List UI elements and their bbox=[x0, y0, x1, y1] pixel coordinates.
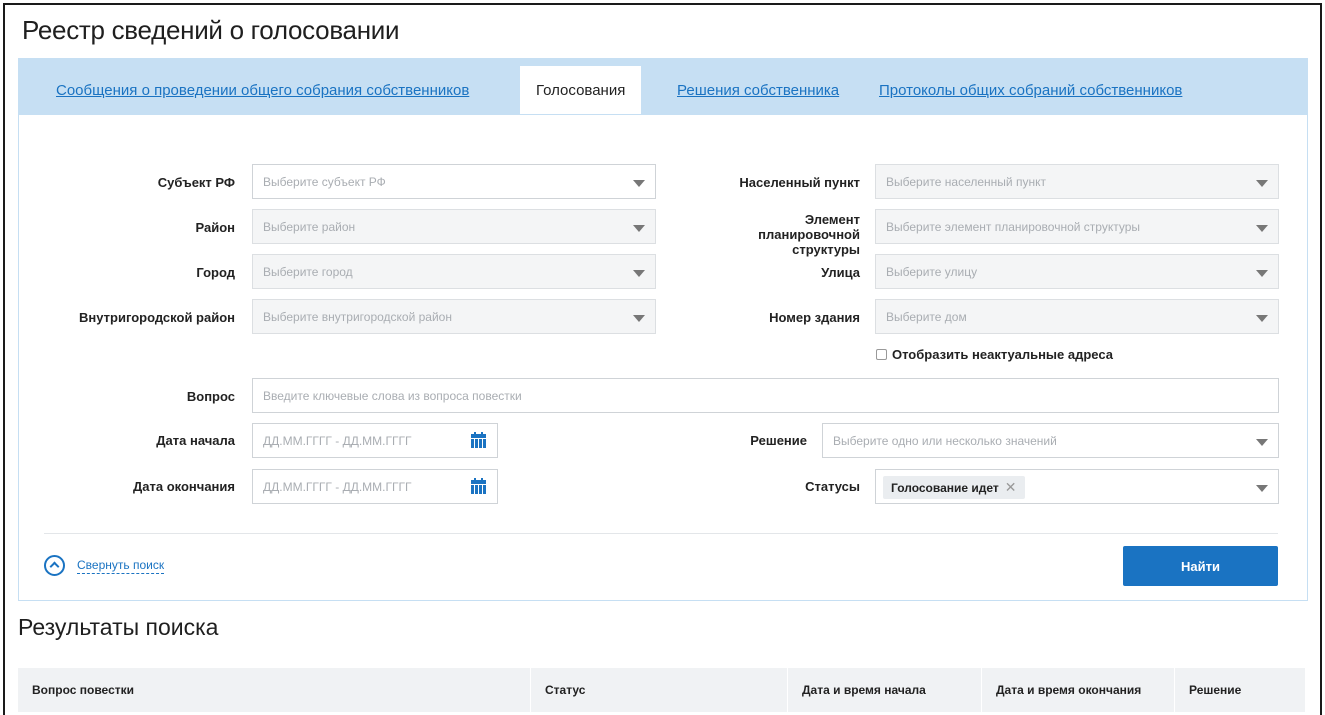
intracity-placeholder: Выберите внутригородской район bbox=[263, 310, 452, 324]
results-title: Результаты поиска bbox=[18, 614, 219, 640]
checkbox-box[interactable] bbox=[876, 349, 887, 360]
statuses-select[interactable]: Голосование идет ✕ bbox=[875, 469, 1279, 504]
intracity-select[interactable]: Выберите внутригородской район bbox=[252, 299, 656, 334]
decision-select[interactable]: Выберите одно или несколько значений bbox=[822, 423, 1279, 458]
chevron-down-icon bbox=[1256, 270, 1268, 277]
subject-placeholder: Выберите субъект РФ bbox=[263, 175, 386, 189]
find-button[interactable]: Найти bbox=[1123, 546, 1278, 586]
start-date-label: Дата начала bbox=[156, 433, 235, 448]
building-label: Номер здания bbox=[769, 310, 860, 325]
planning-placeholder: Выберите элемент планировочной структуры bbox=[886, 220, 1141, 234]
status-tag-label: Голосование идет bbox=[891, 480, 999, 495]
end-date-placeholder: ДД.ММ.ГГГГ - ДД.ММ.ГГГГ bbox=[263, 480, 412, 494]
column-header-question[interactable]: Вопрос повестки bbox=[18, 668, 531, 712]
street-placeholder: Выберите улицу bbox=[886, 265, 978, 279]
locality-select[interactable]: Выберите населенный пункт bbox=[875, 164, 1279, 199]
tab-votings[interactable]: Голосования bbox=[520, 66, 642, 114]
chevron-down-icon bbox=[633, 315, 645, 322]
divider bbox=[44, 533, 1278, 534]
planning-label: Элемент планировочной структуры bbox=[758, 212, 860, 257]
statuses-label: Статусы bbox=[805, 479, 860, 494]
tab-owner-decisions[interactable]: Решения собственника bbox=[677, 82, 839, 99]
collapse-search-link[interactable]: Свернуть поиск bbox=[77, 558, 165, 574]
decision-placeholder: Выберите одно или несколько значений bbox=[833, 434, 1057, 448]
district-label: Район bbox=[195, 220, 235, 235]
tab-protocols[interactable]: Протоколы общих собраний собственников bbox=[879, 82, 1182, 99]
street-select[interactable]: Выберите улицу bbox=[875, 254, 1279, 289]
district-placeholder: Выберите район bbox=[263, 220, 356, 234]
district-select[interactable]: Выберите район bbox=[252, 209, 656, 244]
start-date-range-input[interactable]: ДД.ММ.ГГГГ - ДД.ММ.ГГГГ bbox=[252, 423, 498, 458]
page-title: Реестр сведений о голосовании bbox=[22, 15, 400, 45]
tab-meeting-messages[interactable]: Сообщения о проведении общего собрания с… bbox=[56, 82, 469, 99]
chevron-down-icon bbox=[633, 225, 645, 232]
close-icon[interactable]: ✕ bbox=[1005, 479, 1017, 496]
question-label: Вопрос bbox=[186, 389, 235, 404]
chevron-down-icon bbox=[1256, 180, 1268, 187]
building-select[interactable]: Выберите дом bbox=[875, 299, 1279, 334]
locality-placeholder: Выберите населенный пункт bbox=[886, 175, 1046, 189]
calendar-icon[interactable] bbox=[471, 432, 486, 448]
tabs-bar: Сообщения о проведении общего собрания с… bbox=[18, 58, 1308, 114]
question-input[interactable]: Введите ключевые слова из вопроса повест… bbox=[252, 378, 1279, 413]
chevron-down-icon bbox=[1256, 485, 1268, 492]
chevron-down-icon bbox=[633, 270, 645, 277]
chevron-down-icon bbox=[1256, 315, 1268, 322]
status-tag: Голосование идет ✕ bbox=[883, 476, 1025, 499]
locality-label: Населенный пункт bbox=[739, 175, 860, 190]
column-header-decision[interactable]: Решение bbox=[1175, 668, 1305, 712]
city-label: Город bbox=[196, 265, 235, 280]
street-label: Улица bbox=[821, 265, 860, 280]
intracity-label: Внутригородской район bbox=[79, 310, 235, 325]
collapse-search-toggle[interactable]: Свернуть поиск bbox=[44, 555, 165, 576]
show-inactive-label: Отобразить неактуальные адреса bbox=[892, 347, 1113, 362]
city-select[interactable]: Выберите город bbox=[252, 254, 656, 289]
column-header-start[interactable]: Дата и время начала bbox=[788, 668, 982, 712]
chevron-down-icon bbox=[1256, 439, 1268, 446]
calendar-icon[interactable] bbox=[471, 478, 486, 494]
column-header-end[interactable]: Дата и время окончания bbox=[982, 668, 1175, 712]
results-table-header: Вопрос повестки Статус Дата и время нача… bbox=[18, 668, 1305, 712]
show-inactive-checkbox[interactable]: Отобразить неактуальные адреса bbox=[876, 347, 1113, 362]
subject-select[interactable]: Выберите субъект РФ bbox=[252, 164, 656, 199]
end-date-range-input[interactable]: ДД.ММ.ГГГГ - ДД.ММ.ГГГГ bbox=[252, 469, 498, 504]
question-placeholder: Введите ключевые слова из вопроса повест… bbox=[263, 389, 522, 403]
decision-label: Решение bbox=[750, 433, 807, 448]
chevron-down-icon bbox=[633, 180, 645, 187]
city-placeholder: Выберите город bbox=[263, 265, 353, 279]
end-date-label: Дата окончания bbox=[133, 479, 235, 494]
building-placeholder: Выберите дом bbox=[886, 310, 967, 324]
start-date-placeholder: ДД.ММ.ГГГГ - ДД.ММ.ГГГГ bbox=[263, 434, 412, 448]
column-header-status[interactable]: Статус bbox=[531, 668, 788, 712]
chevron-up-circle-icon[interactable] bbox=[44, 555, 65, 576]
subject-label: Субъект РФ bbox=[157, 175, 235, 190]
chevron-down-icon bbox=[1256, 225, 1268, 232]
planning-select[interactable]: Выберите элемент планировочной структуры bbox=[875, 209, 1279, 244]
